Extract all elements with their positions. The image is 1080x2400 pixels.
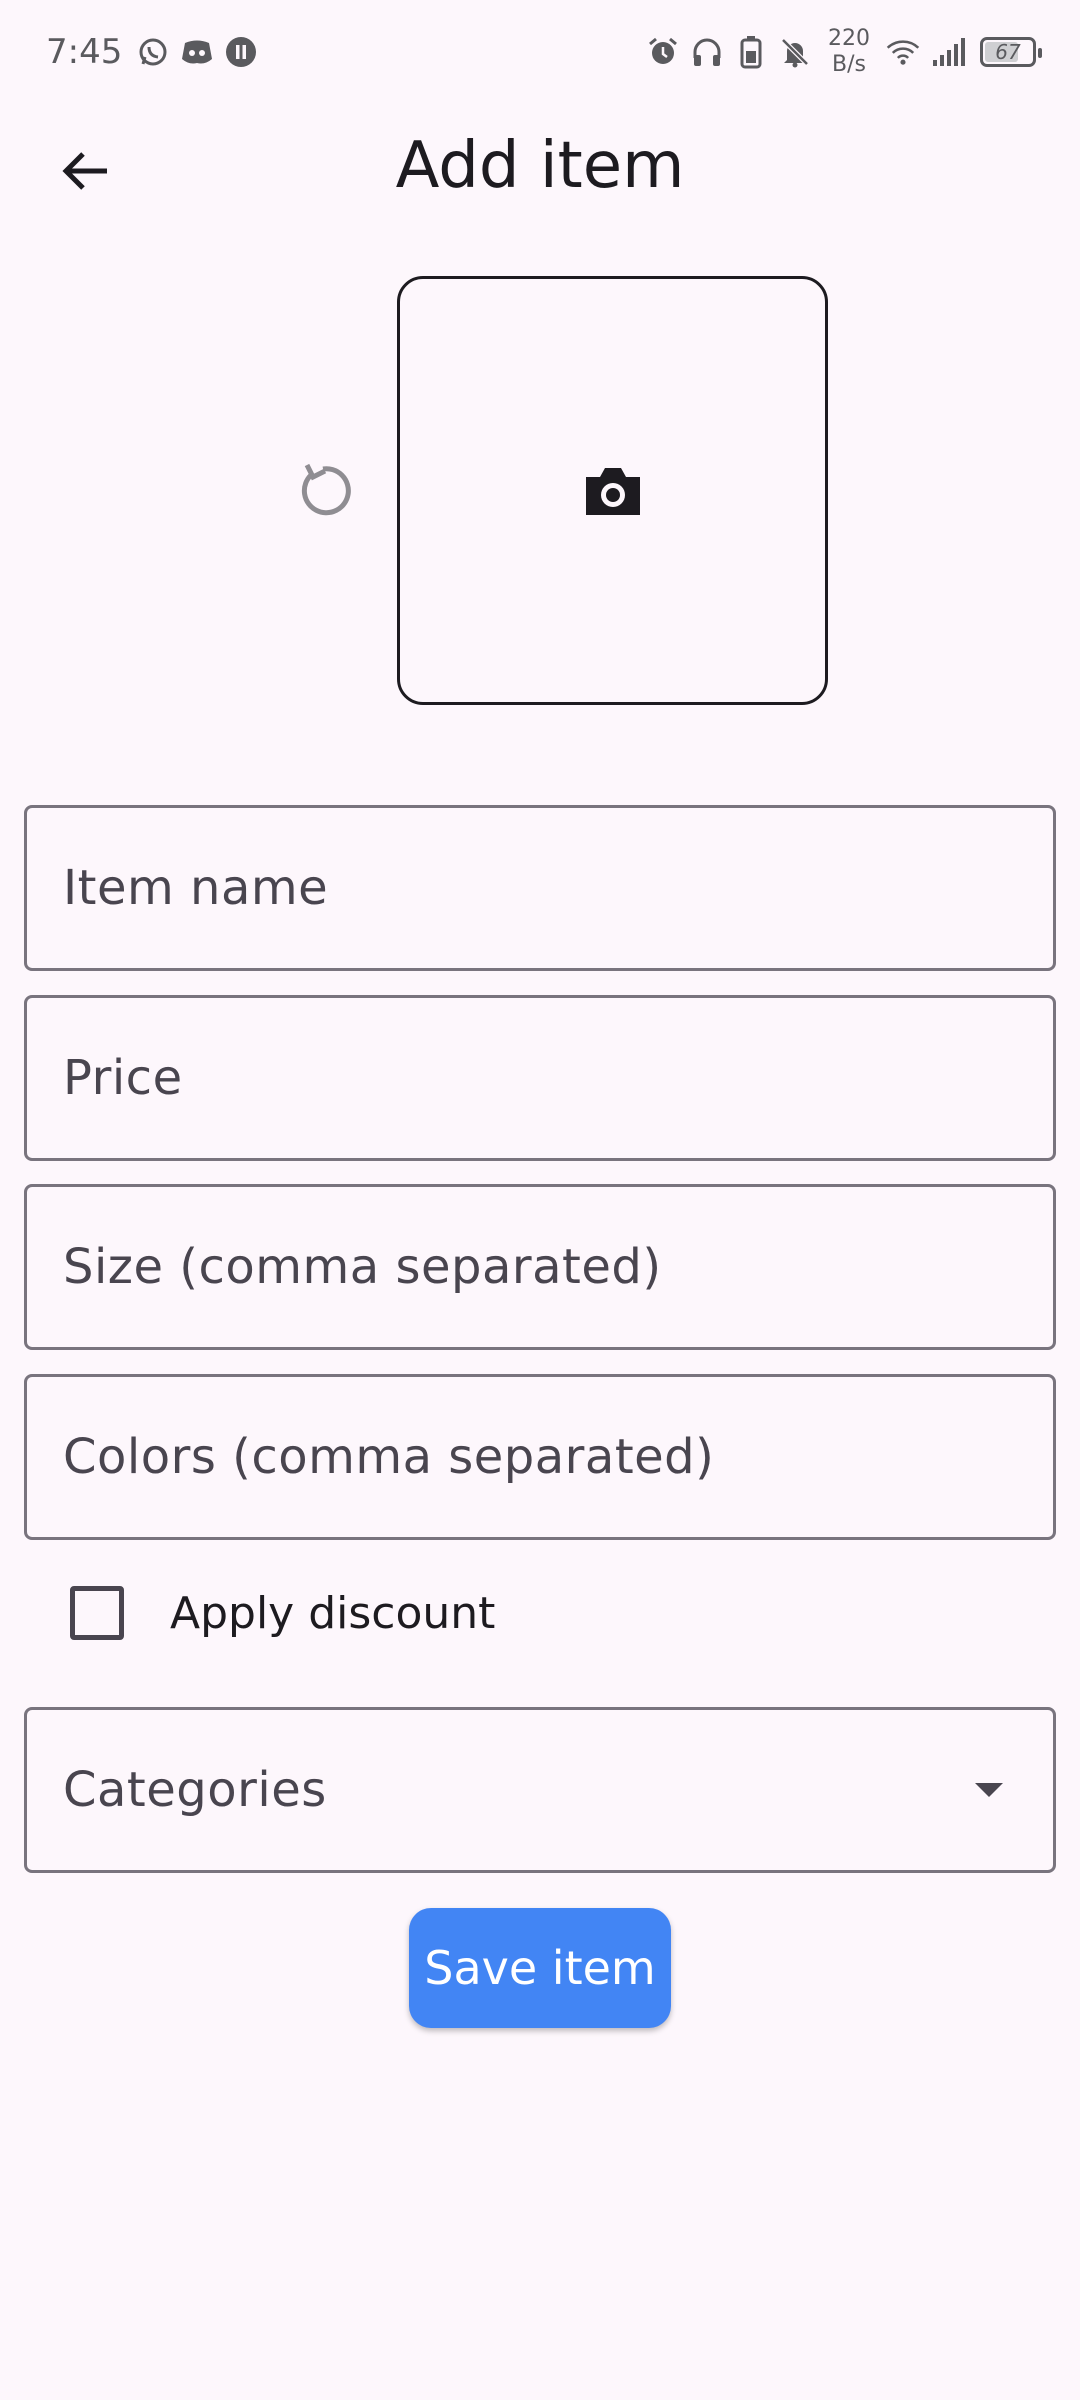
add-item-screen: 7:45 220 B/s 67 Add item Item name Price… <box>0 0 1080 2400</box>
save-item-button[interactable]: Save item <box>409 1908 671 2028</box>
page-title: Add item <box>395 129 685 203</box>
size-field[interactable]: Size (comma separated) <box>24 1184 1056 1350</box>
battery-icon: 67 <box>980 37 1042 67</box>
item-name-field[interactable]: Item name <box>24 805 1056 971</box>
pause-icon <box>224 35 258 69</box>
status-bar-right: 220 B/s 67 <box>646 26 1042 78</box>
network-speed-unit: B/s <box>832 52 866 77</box>
price-placeholder: Price <box>63 1050 183 1106</box>
colors-placeholder: Colors (comma separated) <box>63 1429 715 1485</box>
price-field[interactable]: Price <box>24 995 1056 1161</box>
image-picker[interactable] <box>397 276 828 705</box>
headphones-icon <box>690 35 724 69</box>
categories-dropdown[interactable]: Categories <box>24 1707 1056 1873</box>
apply-discount-row: Apply discount <box>46 1570 495 1656</box>
wifi-icon <box>886 35 920 69</box>
reset-image-button[interactable] <box>288 454 358 524</box>
network-speed: 220 B/s <box>828 26 870 78</box>
size-placeholder: Size (comma separated) <box>63 1239 662 1295</box>
apply-discount-label[interactable]: Apply discount <box>170 1588 495 1639</box>
categories-placeholder: Categories <box>63 1762 327 1818</box>
alarm-icon <box>646 35 680 69</box>
refresh-icon <box>301 463 351 516</box>
signal-icon <box>930 35 970 69</box>
mute-icon <box>778 35 812 69</box>
dropdown-arrow-icon <box>975 1783 1003 1797</box>
item-name-placeholder: Item name <box>63 860 329 916</box>
app-bar: Add item <box>0 104 1080 228</box>
colors-field[interactable]: Colors (comma separated) <box>24 1374 1056 1540</box>
network-speed-value: 220 <box>828 26 870 51</box>
battery-level: 67 <box>995 40 1021 64</box>
battery-saver-icon <box>734 35 768 69</box>
whatsapp-icon <box>136 35 170 69</box>
status-bar-left: 7:45 <box>46 32 258 72</box>
camera-icon <box>585 467 640 515</box>
discord-icon <box>180 35 214 69</box>
status-time: 7:45 <box>46 32 123 72</box>
apply-discount-checkbox[interactable] <box>70 1586 124 1640</box>
status-bar: 7:45 220 B/s 67 <box>0 0 1080 104</box>
